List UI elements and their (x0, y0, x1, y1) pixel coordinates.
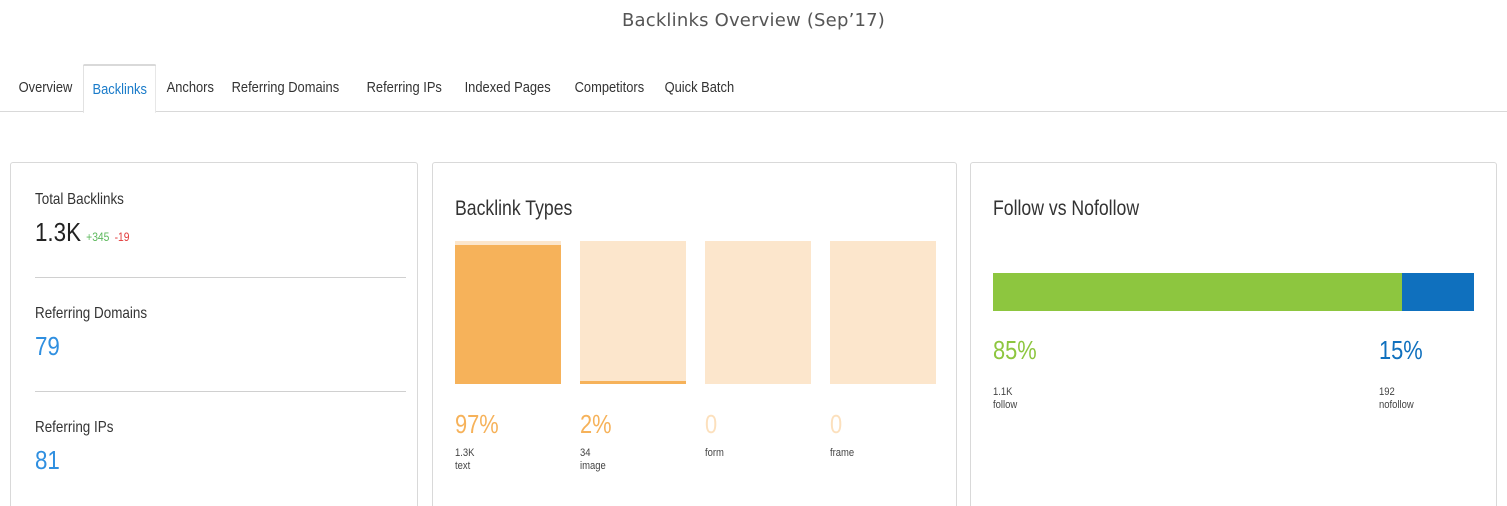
nofollow-segment[interactable] (1401, 273, 1474, 311)
form-bar[interactable] (705, 241, 811, 384)
backlink-types-title: Backlink Types (455, 197, 573, 220)
tab-backlinks[interactable]: Backlinks (82, 64, 156, 113)
tab-anchors[interactable]: Anchors (158, 64, 223, 112)
frame-pct: 0 (830, 409, 843, 439)
form-type-label: form (705, 447, 724, 459)
backlinks-new-delta[interactable]: +345 (86, 230, 109, 244)
text-bar-fill (455, 245, 561, 384)
follow-label: follow (993, 399, 1018, 411)
frame-type-label: frame (830, 447, 855, 459)
text-bar[interactable] (455, 241, 561, 384)
backlink-types-card: Backlink Types 97% 2% 0 0 1.3K text 34 i… (432, 162, 957, 506)
total-backlinks-value[interactable]: 1.3K (35, 217, 81, 247)
nofollow-pct: 15% (1379, 335, 1423, 365)
follow-pct: 85% (993, 335, 1037, 365)
total-backlinks-row: 1.3K +345 -19 (35, 217, 129, 248)
image-count[interactable]: 34 (580, 447, 591, 460)
text-pct: 97% (455, 409, 499, 439)
follow-nofollow-card: Follow vs Nofollow 85% 1.1K follow 15% 1… (970, 162, 1497, 506)
nofollow-count[interactable]: 192 (1379, 386, 1395, 399)
image-type-label: image (580, 460, 606, 472)
referring-ips-value[interactable]: 81 (35, 445, 60, 476)
tab-quick-batch[interactable]: Quick Batch (656, 64, 743, 112)
tab-referring-ips[interactable]: Referring IPs (358, 64, 450, 112)
text-type-label: text (455, 460, 471, 472)
image-bar-fill (580, 381, 686, 384)
referring-domains-value[interactable]: 79 (35, 331, 60, 362)
backlinks-lost-delta[interactable]: -19 (115, 230, 130, 244)
referring-ips-label: Referring IPs (35, 419, 114, 436)
divider (35, 277, 406, 278)
summary-card: Total Backlinks 1.3K +345 -19 Referring Do… (10, 162, 418, 506)
follow-count[interactable]: 1.1K (993, 386, 1012, 399)
tab-indexed-pages[interactable]: Indexed Pages (456, 64, 559, 112)
tab-bar: Overview Backlinks Anchors Referring Dom… (10, 64, 747, 113)
form-pct: 0 (705, 409, 718, 439)
referring-domains-label: Referring Domains (35, 305, 148, 322)
follow-nofollow-title: Follow vs Nofollow (993, 197, 1140, 220)
frame-bar[interactable] (830, 241, 936, 384)
tab-referring-domains[interactable]: Referring Domains (223, 64, 348, 112)
total-backlinks-label: Total Backlinks (35, 191, 124, 208)
image-bar[interactable] (580, 241, 686, 384)
tab-competitors[interactable]: Competitors (566, 64, 653, 112)
follow-segment[interactable] (993, 273, 1402, 311)
nofollow-label: nofollow (1379, 399, 1414, 411)
image-pct: 2% (580, 409, 612, 439)
follow-ratio-bar (993, 273, 1474, 311)
text-count[interactable]: 1.3K (455, 447, 474, 460)
divider (35, 391, 406, 392)
tab-overview[interactable]: Overview (10, 64, 81, 112)
page-title: Backlinks Overview (Sep’17) (621, 10, 886, 31)
